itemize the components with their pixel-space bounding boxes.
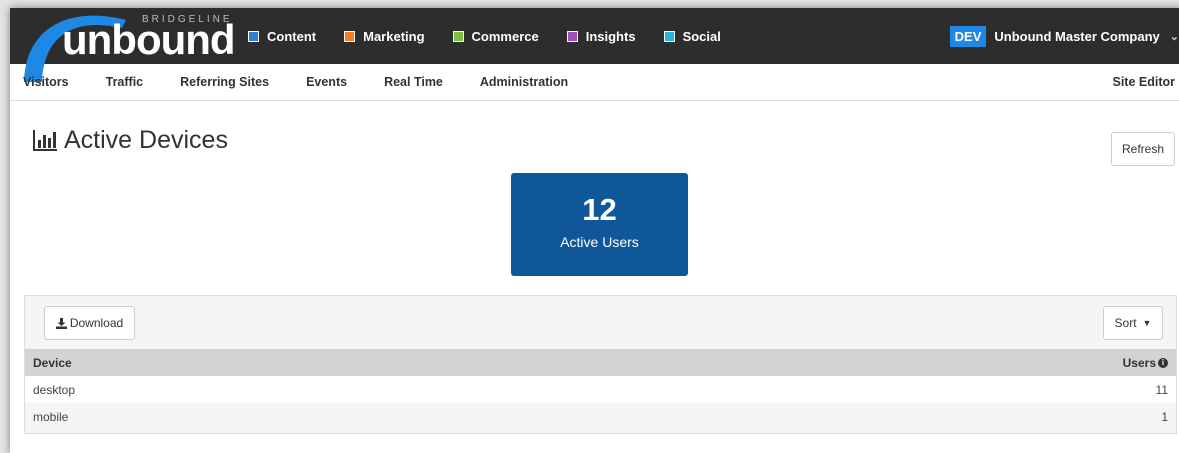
module-insights[interactable]: Insights — [566, 28, 636, 44]
commerce-square-icon — [452, 30, 464, 42]
module-label: Content — [267, 28, 317, 44]
top-bar: BRIDGELINE unbound Content Marketing Com… — [10, 8, 1179, 82]
device-cell: mobile — [25, 403, 585, 430]
users-header-label: Users — [1122, 355, 1156, 370]
sub-nav: Visitors Traffic Referring Sites Events … — [10, 64, 1179, 101]
devices-panel: Download Sort ▼ Device Users i desktop 11 — [24, 295, 1177, 434]
chevron-down-icon: ⌄ — [1169, 30, 1179, 43]
module-content[interactable]: Content — [248, 29, 316, 44]
insights-square-icon — [566, 30, 578, 42]
module-label: Commerce — [471, 28, 539, 44]
subnav-item-real-time[interactable]: Real Time — [384, 75, 443, 89]
module-label: Social — [682, 28, 721, 44]
subnav-item-referring-sites[interactable]: Referring Sites — [180, 75, 269, 89]
company-name: Unbound Master Company — [994, 28, 1160, 44]
caret-down-icon: ▼ — [1142, 318, 1152, 328]
table-row: mobile 1 — [25, 403, 1176, 430]
logo-wordmark: unbound — [62, 16, 236, 63]
company-switcher[interactable]: DEV Unbound Master Company ⌄ — [949, 8, 1179, 64]
active-users-label: Active Users — [560, 234, 639, 250]
download-button[interactable]: Download — [44, 306, 135, 340]
subnav-item-traffic[interactable]: Traffic — [106, 75, 144, 89]
bar-chart-icon — [33, 129, 57, 151]
subnav-item-administration[interactable]: Administration — [480, 75, 568, 89]
subnav-item-events[interactable]: Events — [306, 75, 347, 89]
active-users-card: 12 Active Users — [511, 173, 688, 276]
devices-table: Device Users i desktop 11 mobile 1 — [25, 349, 1176, 430]
page-title-text: Active Devices — [64, 126, 228, 154]
social-square-icon — [663, 30, 675, 42]
unbound-logo[interactable]: BRIDGELINE unbound — [14, 8, 236, 82]
page-title: Active Devices — [32, 126, 228, 155]
device-cell: desktop — [25, 376, 585, 403]
users-cell: 1 — [584, 403, 1176, 430]
column-header-users[interactable]: Users i — [584, 349, 1176, 376]
module-nav: Content Marketing Commerce Insights Soci… — [248, 8, 749, 64]
module-label: Insights — [585, 28, 636, 44]
module-label: Marketing — [363, 28, 425, 44]
module-commerce[interactable]: Commerce — [452, 28, 539, 44]
subnav-item-visitors[interactable]: Visitors — [23, 75, 69, 89]
users-cell: 11 — [584, 376, 1176, 403]
active-users-count: 12 — [582, 192, 617, 227]
app-window: BRIDGELINE unbound Content Marketing Com… — [10, 8, 1179, 453]
refresh-button[interactable]: Refresh — [1111, 132, 1175, 166]
module-social[interactable]: Social — [663, 28, 721, 44]
column-header-device[interactable]: Device — [25, 349, 585, 376]
table-header-row: Device Users i — [25, 349, 1176, 376]
table-row: desktop 11 — [25, 376, 1176, 403]
content-square-icon — [248, 30, 259, 42]
sort-label: Sort — [1114, 316, 1137, 330]
sort-dropdown[interactable]: Sort ▼ — [1103, 306, 1163, 340]
download-icon — [55, 317, 67, 329]
download-label: Download — [69, 316, 124, 330]
site-editor-link[interactable]: Site Editor — [1112, 75, 1175, 89]
module-marketing[interactable]: Marketing — [344, 28, 425, 44]
env-badge: DEV — [949, 25, 987, 47]
marketing-square-icon — [344, 30, 356, 42]
info-icon[interactable]: i — [1158, 358, 1168, 369]
